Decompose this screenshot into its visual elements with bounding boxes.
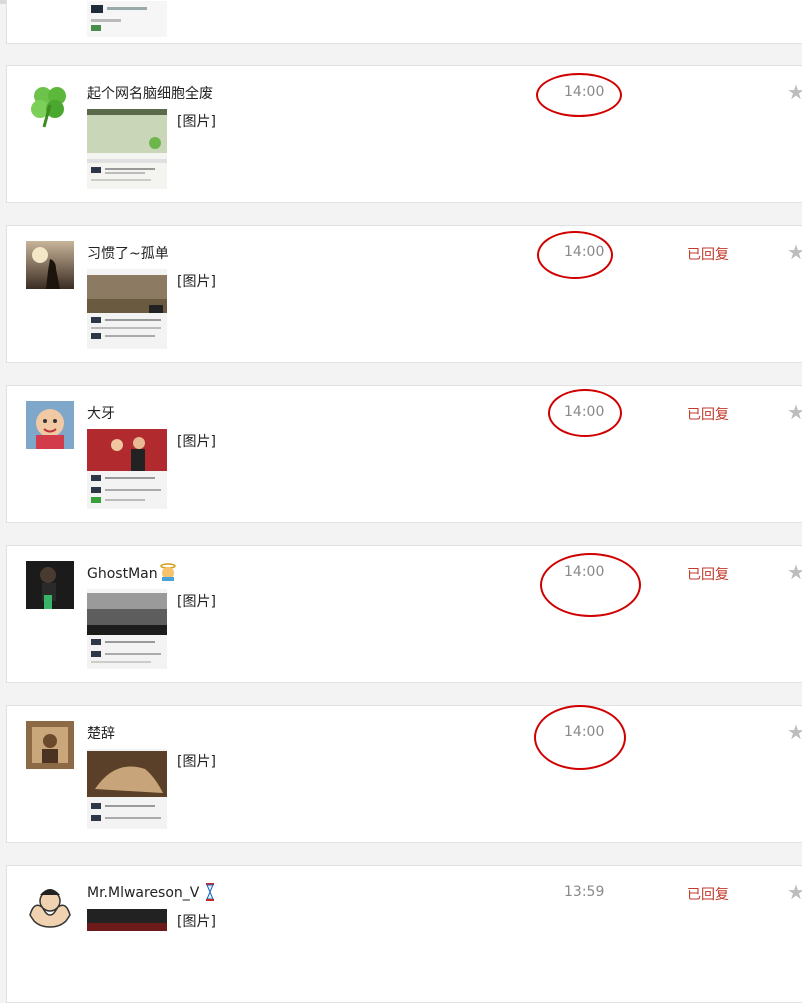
star-icon[interactable]: ★ [787, 80, 802, 104]
image-label: [图片] [177, 594, 216, 610]
image-label: [图片] [177, 914, 216, 930]
highlight-circle [537, 231, 613, 279]
sender-name[interactable]: 大牙 [87, 403, 115, 423]
image-label: [图片] [177, 274, 216, 290]
message-card[interactable]: 起个网名脑细胞全废 [图片] 14:00 ★ [6, 65, 802, 203]
message-card[interactable]: 习惯了~孤单 [图片] 14:00 已回复 ★ [6, 225, 802, 363]
highlight-circle [540, 553, 641, 617]
star-icon[interactable]: ★ [787, 240, 802, 264]
avatar-baby[interactable] [26, 401, 74, 449]
message-card[interactable]: 大牙 [图片] 14:00 已回复 ★ [6, 385, 802, 523]
message-thumbnail[interactable] [87, 749, 167, 829]
highlight-circle [536, 73, 622, 117]
sender-name[interactable]: Mr.Mlwareson_V [87, 883, 215, 901]
sender-name[interactable]: 楚辞 [87, 723, 115, 743]
star-icon[interactable]: ★ [787, 560, 802, 584]
replied-status: 已回复 [687, 567, 729, 583]
message-card[interactable] [6, 0, 802, 44]
sender-name[interactable]: 起个网名脑细胞全废 [87, 83, 213, 103]
message-thumbnail[interactable] [87, 909, 167, 931]
avatar-strongman[interactable] [26, 881, 74, 929]
avatar-sunset[interactable] [26, 241, 74, 289]
image-label: [图片] [177, 434, 216, 450]
sender-name[interactable]: GhostMan [87, 563, 177, 582]
message-thumbnail[interactable] [87, 429, 167, 509]
message-thumbnail[interactable] [87, 269, 167, 349]
highlight-circle [548, 389, 622, 437]
avatar-vintage[interactable] [26, 721, 74, 769]
message-card[interactable]: 楚辞 [图片] 14:00 ★ [6, 705, 802, 843]
image-label: [图片] [177, 754, 216, 770]
message-thumbnail[interactable] [87, 589, 167, 669]
message-time: 13:59 [564, 884, 605, 900]
replied-status: 已回复 [687, 887, 729, 903]
sender-name[interactable]: 习惯了~孤单 [87, 243, 169, 263]
star-icon[interactable]: ★ [787, 880, 802, 904]
highlight-circle [534, 705, 626, 770]
hourglass-icon [206, 883, 215, 901]
message-thumbnail[interactable] [87, 109, 167, 189]
avatar-ghostman[interactable] [26, 561, 74, 609]
angel-emoji-icon [159, 563, 176, 581]
message-thumbnail[interactable] [87, 1, 167, 37]
sender-name-text: Mr.Mlwareson_V [87, 885, 200, 901]
star-icon[interactable]: ★ [787, 400, 802, 424]
message-card[interactable]: GhostMan [图片] 14:00 已回复 ★ [6, 545, 802, 683]
replied-status: 已回复 [687, 407, 729, 423]
image-label: [图片] [177, 114, 216, 130]
sender-name-text: GhostMan [87, 566, 158, 582]
star-icon[interactable]: ★ [787, 720, 802, 744]
message-card[interactable]: Mr.Mlwareson_V [图片] 13:59 已回复 ★ [6, 865, 802, 1003]
replied-status: 已回复 [687, 247, 729, 263]
avatar-clover[interactable] [26, 81, 74, 129]
